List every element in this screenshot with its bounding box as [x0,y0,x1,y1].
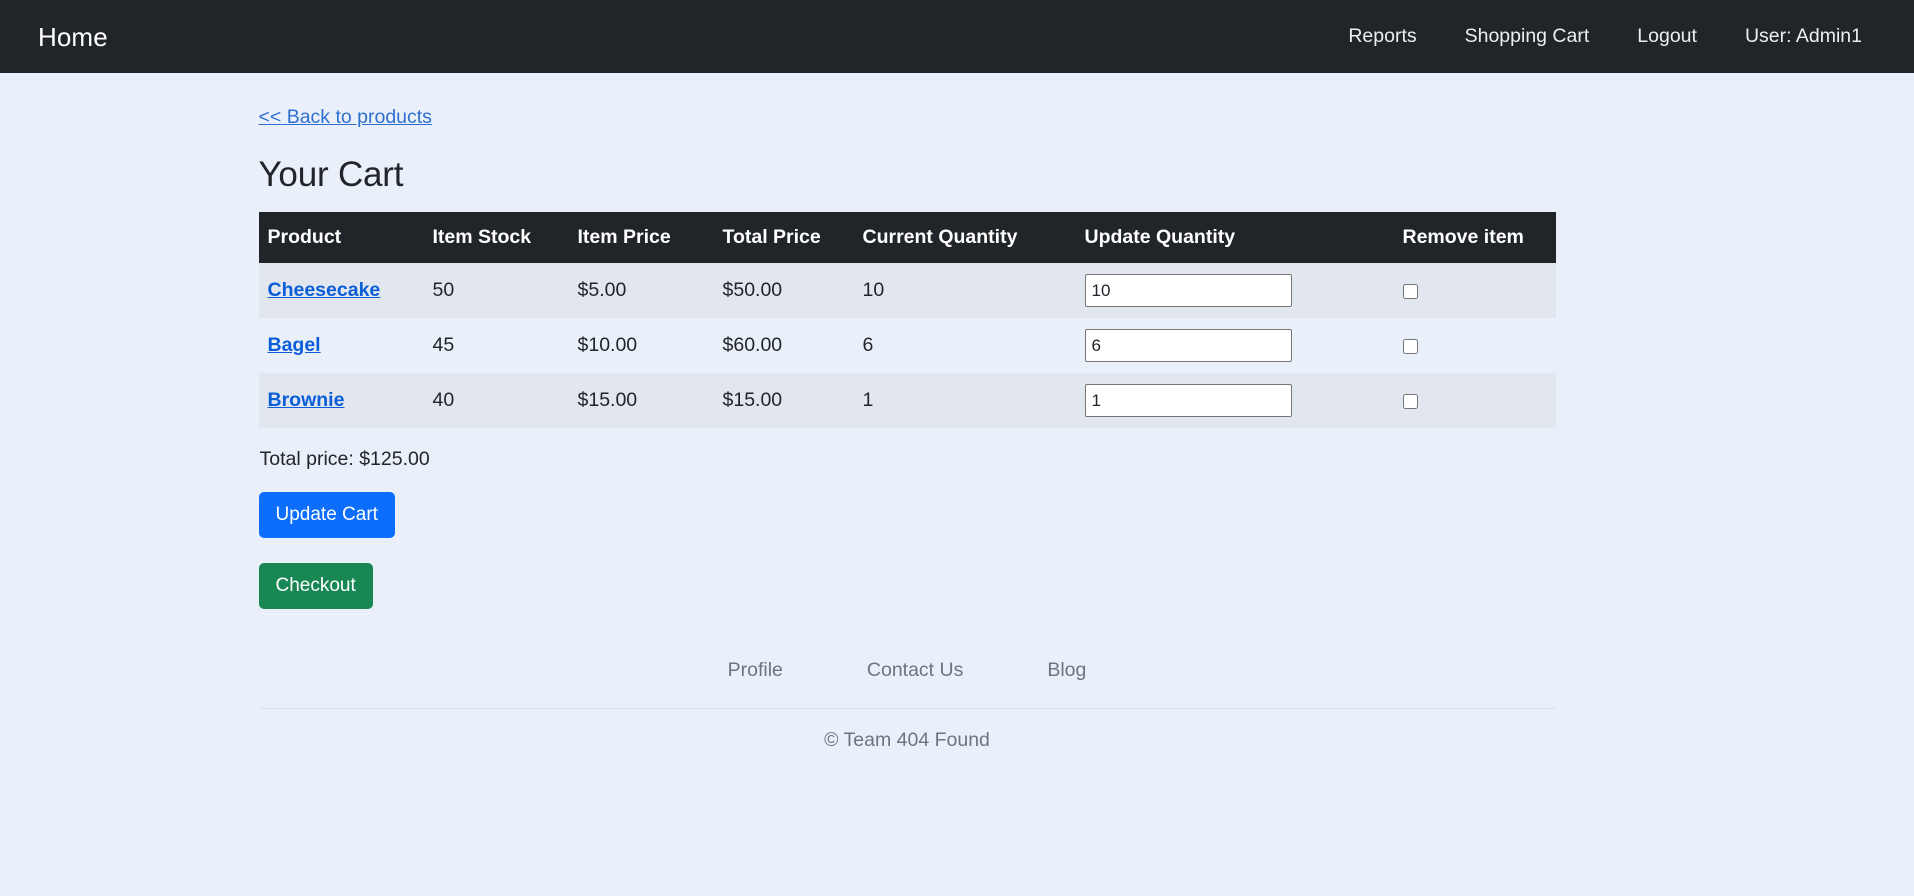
update-quantity-input[interactable] [1084,329,1292,363]
total-price-label: Total price: $125.00 [259,448,430,471]
cell-total-price: $50.00 [713,263,854,319]
cart-table-head: Product Item Stock Item Price Total Pric… [258,212,1556,264]
cell-update-quantity [1075,263,1394,319]
product-link-cheesecake[interactable]: Cheesecake [268,279,381,301]
table-row: Bagel 45 $10.00 $60.00 6 [258,318,1556,374]
nav-user-label: User: Admin1 [1744,24,1862,47]
remove-item-checkbox[interactable] [1402,338,1418,354]
nav-shopping-cart[interactable]: Shopping Cart [1465,26,1590,47]
header-total-price: Total Price [713,212,854,264]
page-title: Your Cart [258,155,404,195]
cell-product: Cheesecake [258,263,424,319]
navbar-links: Reports Shopping Cart Logout User: Admin… [1348,24,1878,47]
cell-update-quantity [1075,318,1394,374]
cell-total-price: $60.00 [713,318,854,374]
cell-remove-item [1393,318,1556,374]
cell-current-quantity: 6 [853,318,1076,374]
cart-table: Product Item Stock Item Price Total Pric… [258,212,1556,429]
remove-item-checkbox[interactable] [1402,283,1418,299]
cell-item-stock: 50 [423,263,569,319]
footer-blog[interactable]: Blog [1047,660,1086,681]
cell-item-stock: 40 [423,373,569,429]
cell-item-price: $5.00 [568,263,714,319]
cell-item-price: $10.00 [568,318,714,374]
table-row: Brownie 40 $15.00 $15.00 1 [258,373,1556,429]
cell-update-quantity [1075,373,1394,429]
update-quantity-input[interactable] [1084,384,1292,418]
header-item-price: Item Price [568,212,714,264]
remove-item-checkbox[interactable] [1402,393,1418,409]
footer-links: Profile Contact Us Blog [259,660,1556,709]
page-container: << Back to products Your Cart Product It… [258,73,1556,752]
back-to-products-link[interactable]: << Back to products [259,105,432,130]
cart-actions: Update Cart [258,474,1556,538]
cell-item-price: $15.00 [568,373,714,429]
header-item-stock: Item Stock [423,212,569,264]
header-remove-item: Remove item [1393,212,1556,264]
cart-table-body: Cheesecake 50 $5.00 $50.00 10 Bagel 45 $… [258,263,1556,429]
table-row: Cheesecake 50 $5.00 $50.00 10 [258,263,1556,319]
cell-total-price: $15.00 [713,373,854,429]
update-cart-button[interactable]: Update Cart [258,491,395,538]
cell-product: Brownie [258,373,424,429]
nav-reports[interactable]: Reports [1348,26,1416,47]
header-current-quantity: Current Quantity [853,212,1076,264]
cell-item-stock: 45 [423,318,569,374]
checkout-button[interactable]: Checkout [258,562,373,609]
cell-current-quantity: 1 [853,373,1076,429]
product-link-bagel[interactable]: Bagel [268,334,321,356]
cell-product: Bagel [258,318,424,374]
navbar-brand-home[interactable]: Home [38,24,108,50]
cell-remove-item [1393,263,1556,319]
header-update-quantity: Update Quantity [1075,212,1394,264]
page-footer: Profile Contact Us Blog © Team 404 Found [258,660,1556,752]
header-product: Product [258,212,424,264]
cell-current-quantity: 10 [853,263,1076,319]
footer-contact-us[interactable]: Contact Us [867,660,963,681]
top-navbar: Home Reports Shopping Cart Logout User: … [0,0,1914,73]
checkout-action: Checkout [258,538,1556,609]
footer-profile[interactable]: Profile [728,660,783,681]
product-link-brownie[interactable]: Brownie [268,389,345,411]
footer-copyright: © Team 404 Found [824,729,990,752]
cell-remove-item [1393,373,1556,429]
nav-logout[interactable]: Logout [1637,26,1697,47]
update-quantity-input[interactable] [1084,274,1292,308]
table-header-row: Product Item Stock Item Price Total Pric… [258,212,1556,264]
